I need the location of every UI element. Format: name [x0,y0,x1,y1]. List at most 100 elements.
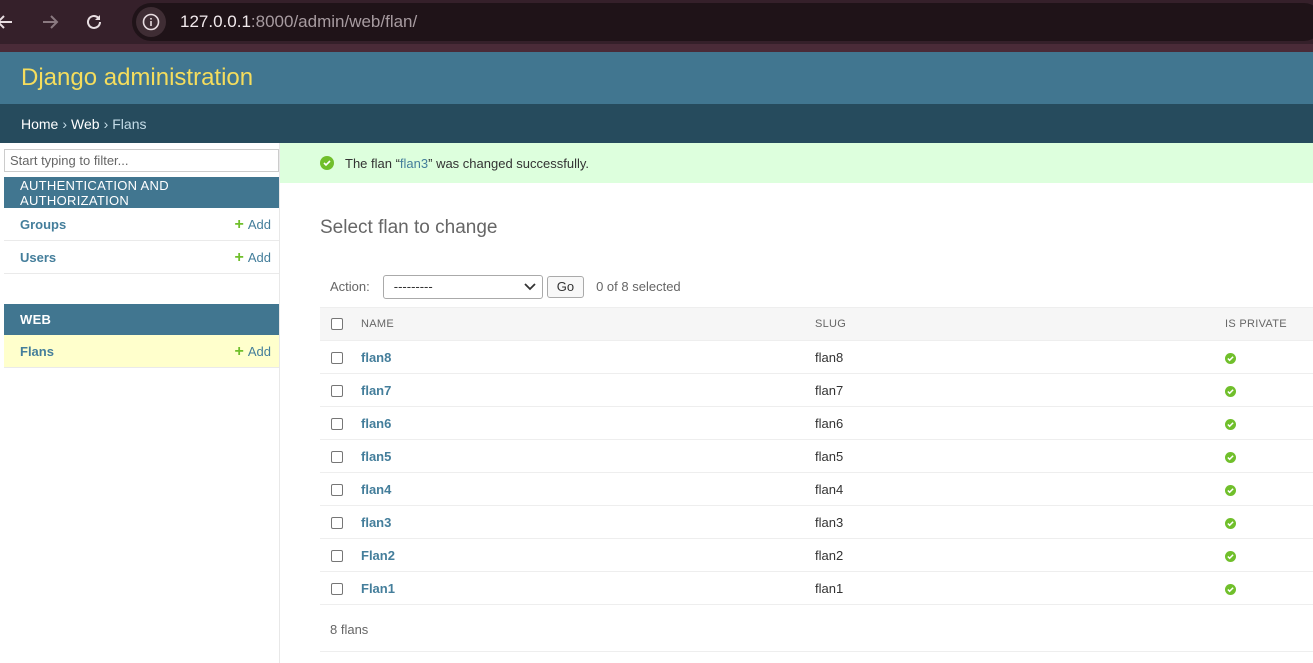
results-table: NAME SLUG IS PRIVATE flan8 flan8 flan7 flan… [320,307,1313,605]
row-select-cell [320,373,361,407]
breadcrumb-separator: › [103,115,109,132]
check-icon [1225,418,1236,430]
reload-button[interactable] [72,0,116,44]
success-message: The flan “flan3” was changed successfull… [280,143,1313,183]
row-name-link[interactable]: flan7 [361,383,391,398]
actions-bar: Action: --------- Go 0 of 8 selected [320,269,1313,304]
name-cell: flan6 [361,406,815,440]
row-name-link[interactable]: flan8 [361,350,391,365]
slug-cell: flan4 [815,472,1225,506]
success-check-icon [320,156,334,170]
breadcrumb: Home › Web › Flans [0,104,1313,143]
column-header-is-private[interactable]: IS PRIVATE [1225,307,1313,341]
sidebar-item-label[interactable]: Flans [20,344,54,359]
url-host: 127.0.0.1 [180,12,251,31]
go-button[interactable]: Go [546,275,585,298]
row-checkbox[interactable] [331,451,343,464]
table-row: flan5 flan5 [320,439,1313,473]
sidebar-item-groups: Groups + Add [4,208,279,241]
row-checkbox[interactable] [331,583,343,596]
breadcrumb-home[interactable]: Home [21,116,58,132]
row-name-link[interactable]: flan4 [361,482,391,497]
slug-cell: flan3 [815,505,1225,539]
row-name-link[interactable]: flan6 [361,416,391,431]
name-cell: Flan2 [361,538,815,572]
table-row: flan7 flan7 [320,373,1313,407]
module-caption-web[interactable]: WEB [4,304,279,335]
row-checkbox[interactable] [331,484,343,497]
message-prefix: The flan “ [345,155,400,171]
paginator: 8 flans [320,608,1313,652]
row-name-link[interactable]: flan3 [361,515,391,530]
add-flans-link[interactable]: + Add [235,343,271,359]
module-auth: AUTHENTICATION AND AUTHORIZATION Groups … [4,177,279,274]
module-web: WEB Flans + Add [4,304,279,368]
add-label: Add [247,249,271,265]
column-header-slug[interactable]: SLUG [815,307,1225,341]
is-private-cell [1225,538,1313,572]
name-cell: flan3 [361,505,815,539]
row-checkbox[interactable] [331,517,343,530]
module-caption-auth[interactable]: AUTHENTICATION AND AUTHORIZATION [4,177,279,208]
check-icon [1225,385,1236,397]
select-all-checkbox[interactable] [331,318,343,331]
sidebar-item-flans: Flans + Add [4,335,279,368]
action-label: Action: [330,279,370,294]
success-message-text: The flan “flan3” was changed successfull… [345,156,589,171]
message-link[interactable]: flan3 [400,156,428,171]
back-button[interactable] [0,0,18,44]
row-name-link[interactable]: Flan2 [361,548,395,563]
slug-cell: flan8 [815,340,1225,374]
arrow-left-icon [0,15,12,29]
add-label: Add [247,216,271,232]
column-header-name[interactable]: NAME [361,307,815,341]
row-name-link[interactable]: Flan1 [361,581,395,596]
breadcrumb-separator: › [62,115,68,132]
message-suffix: ” was changed successfully. [428,155,590,171]
breadcrumb-current: Flans [112,115,147,132]
name-cell: Flan1 [361,571,815,605]
row-checkbox[interactable] [331,550,343,563]
table-row: Flan2 flan2 [320,538,1313,572]
slug-cell: flan6 [815,406,1225,440]
slug-cell: flan2 [815,538,1225,572]
info-icon [142,13,160,31]
forward-button[interactable] [28,0,72,44]
add-label: Add [247,343,271,359]
add-users-link[interactable]: + Add [235,249,271,265]
slug-cell: flan5 [815,439,1225,473]
sidebar-filter-input[interactable] [4,149,279,172]
check-icon [1225,451,1236,463]
sidebar-item-label[interactable]: Users [20,250,56,265]
is-private-cell [1225,340,1313,374]
row-select-cell [320,439,361,473]
table-header-row: NAME SLUG IS PRIVATE [320,307,1313,341]
table-row: flan3 flan3 [320,505,1313,539]
action-select[interactable]: --------- [382,274,543,299]
breadcrumb-web[interactable]: Web [71,116,100,132]
column-header-label: SLUG [815,318,847,330]
is-private-cell [1225,373,1313,407]
action-select-value: --------- [393,279,433,294]
row-name-link[interactable]: flan5 [361,449,391,464]
row-checkbox[interactable] [331,418,343,431]
row-select-cell [320,406,361,440]
table-row: flan8 flan8 [320,340,1313,374]
row-select-cell [320,538,361,572]
site-branding[interactable]: Django administration [21,64,253,92]
chevron-down-icon [524,282,536,290]
check-icon [1225,550,1236,562]
row-checkbox[interactable] [331,385,343,398]
sidebar-item-label[interactable]: Groups [20,217,66,232]
site-info-button[interactable] [136,7,166,37]
address-bar[interactable]: 127.0.0.1:8000/admin/web/flan/ [132,3,1313,41]
check-icon [1225,517,1236,529]
arrow-right-icon [43,15,59,29]
table-row: Flan1 flan1 [320,571,1313,605]
add-groups-link[interactable]: + Add [235,216,271,232]
is-private-cell [1225,571,1313,605]
url-text: 127.0.0.1:8000/admin/web/flan/ [180,12,417,32]
row-checkbox[interactable] [331,352,343,365]
name-cell: flan8 [361,340,815,374]
reload-icon [87,14,101,29]
